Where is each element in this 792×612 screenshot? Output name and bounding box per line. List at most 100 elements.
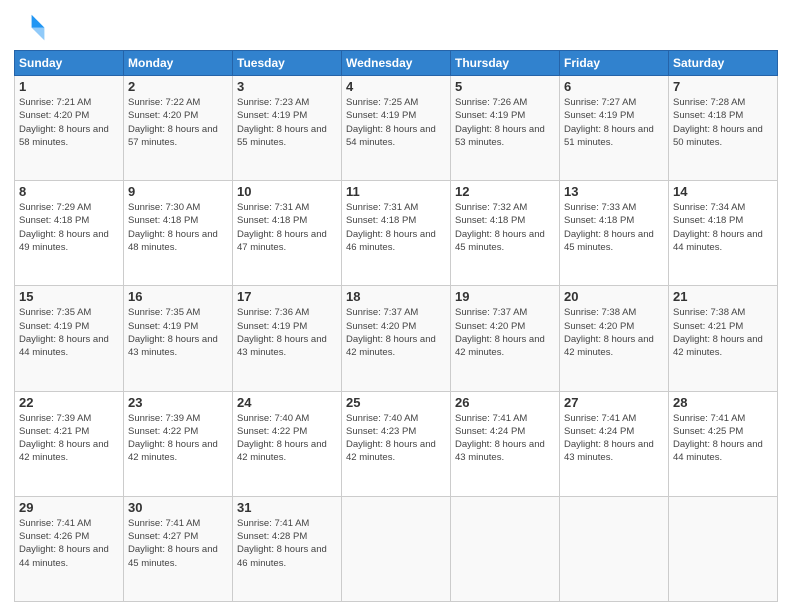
day-number: 2 <box>128 79 228 94</box>
day-detail: Sunrise: 7:29 AMSunset: 4:18 PMDaylight:… <box>19 201 119 254</box>
page: SundayMondayTuesdayWednesdayThursdayFrid… <box>0 0 792 612</box>
calendar-cell: 15 Sunrise: 7:35 AMSunset: 4:19 PMDayligh… <box>15 286 124 391</box>
day-number: 11 <box>346 184 446 199</box>
calendar-cell: 5 Sunrise: 7:26 AMSunset: 4:19 PMDaylight… <box>451 76 560 181</box>
day-number: 28 <box>673 395 773 410</box>
day-detail: Sunrise: 7:41 AMSunset: 4:26 PMDaylight:… <box>19 517 119 570</box>
day-detail: Sunrise: 7:41 AMSunset: 4:27 PMDaylight:… <box>128 517 228 570</box>
calendar-week-1: 1 Sunrise: 7:21 AMSunset: 4:20 PMDaylight… <box>15 76 778 181</box>
calendar-cell: 6 Sunrise: 7:27 AMSunset: 4:19 PMDaylight… <box>560 76 669 181</box>
day-number: 21 <box>673 289 773 304</box>
weekday-header-sunday: Sunday <box>15 51 124 76</box>
calendar-cell: 10 Sunrise: 7:31 AMSunset: 4:18 PMDayligh… <box>233 181 342 286</box>
day-detail: Sunrise: 7:36 AMSunset: 4:19 PMDaylight:… <box>237 306 337 359</box>
day-number: 10 <box>237 184 337 199</box>
calendar-cell: 17 Sunrise: 7:36 AMSunset: 4:19 PMDayligh… <box>233 286 342 391</box>
day-detail: Sunrise: 7:33 AMSunset: 4:18 PMDaylight:… <box>564 201 664 254</box>
day-number: 7 <box>673 79 773 94</box>
day-number: 3 <box>237 79 337 94</box>
calendar-cell: 4 Sunrise: 7:25 AMSunset: 4:19 PMDaylight… <box>342 76 451 181</box>
day-detail: Sunrise: 7:37 AMSunset: 4:20 PMDaylight:… <box>455 306 555 359</box>
header <box>14 10 778 42</box>
calendar-cell: 30 Sunrise: 7:41 AMSunset: 4:27 PMDayligh… <box>124 496 233 601</box>
logo <box>14 10 50 42</box>
day-detail: Sunrise: 7:25 AMSunset: 4:19 PMDaylight:… <box>346 96 446 149</box>
day-detail: Sunrise: 7:30 AMSunset: 4:18 PMDaylight:… <box>128 201 228 254</box>
calendar-cell: 26Sunrise: 7:41 AMSunset: 4:24 PMDayligh… <box>451 391 560 496</box>
weekday-header-tuesday: Tuesday <box>233 51 342 76</box>
day-number: 25 <box>346 395 446 410</box>
calendar-cell: 7 Sunrise: 7:28 AMSunset: 4:18 PMDaylight… <box>669 76 778 181</box>
calendar-week-4: 22Sunrise: 7:39 AMSunset: 4:21 PMDayligh… <box>15 391 778 496</box>
day-number: 5 <box>455 79 555 94</box>
calendar-cell: 19 Sunrise: 7:37 AMSunset: 4:20 PMDayligh… <box>451 286 560 391</box>
calendar-cell: 29 Sunrise: 7:41 AMSunset: 4:26 PMDayligh… <box>15 496 124 601</box>
calendar-cell <box>560 496 669 601</box>
calendar-week-3: 15 Sunrise: 7:35 AMSunset: 4:19 PMDayligh… <box>15 286 778 391</box>
day-number: 29 <box>19 500 119 515</box>
day-number: 15 <box>19 289 119 304</box>
weekday-header-friday: Friday <box>560 51 669 76</box>
day-number: 24 <box>237 395 337 410</box>
day-number: 4 <box>346 79 446 94</box>
day-number: 20 <box>564 289 664 304</box>
day-detail: Sunrise: 7:31 AMSunset: 4:18 PMDaylight:… <box>237 201 337 254</box>
day-detail: Sunrise: 7:38 AMSunset: 4:21 PMDaylight:… <box>673 306 773 359</box>
calendar-cell: 20 Sunrise: 7:38 AMSunset: 4:20 PMDayligh… <box>560 286 669 391</box>
calendar-cell: 23Sunrise: 7:39 AMSunset: 4:22 PMDayligh… <box>124 391 233 496</box>
day-detail: Sunrise: 7:39 AMSunset: 4:21 PMDaylight:… <box>19 412 119 465</box>
calendar-cell: 31 Sunrise: 7:41 AMSunset: 4:28 PMDayligh… <box>233 496 342 601</box>
day-number: 1 <box>19 79 119 94</box>
calendar-cell: 8 Sunrise: 7:29 AMSunset: 4:18 PMDaylight… <box>15 181 124 286</box>
day-number: 13 <box>564 184 664 199</box>
day-detail: Sunrise: 7:31 AMSunset: 4:18 PMDaylight:… <box>346 201 446 254</box>
calendar-cell: 11 Sunrise: 7:31 AMSunset: 4:18 PMDayligh… <box>342 181 451 286</box>
day-detail: Sunrise: 7:28 AMSunset: 4:18 PMDaylight:… <box>673 96 773 149</box>
calendar-cell: 2 Sunrise: 7:22 AMSunset: 4:20 PMDaylight… <box>124 76 233 181</box>
day-detail: Sunrise: 7:22 AMSunset: 4:20 PMDaylight:… <box>128 96 228 149</box>
calendar-cell: 28 Sunrise: 7:41 AMSunset: 4:25 PMDayligh… <box>669 391 778 496</box>
day-number: 8 <box>19 184 119 199</box>
day-number: 31 <box>237 500 337 515</box>
day-number: 27 <box>564 395 664 410</box>
day-number: 26 <box>455 395 555 410</box>
calendar-cell: 24Sunrise: 7:40 AMSunset: 4:22 PMDayligh… <box>233 391 342 496</box>
day-number: 16 <box>128 289 228 304</box>
day-detail: Sunrise: 7:21 AMSunset: 4:20 PMDaylight:… <box>19 96 119 149</box>
day-detail: Sunrise: 7:38 AMSunset: 4:20 PMDaylight:… <box>564 306 664 359</box>
weekday-row: SundayMondayTuesdayWednesdayThursdayFrid… <box>15 51 778 76</box>
calendar-cell: 13 Sunrise: 7:33 AMSunset: 4:18 PMDayligh… <box>560 181 669 286</box>
calendar-cell <box>669 496 778 601</box>
day-number: 23 <box>128 395 228 410</box>
weekday-header-saturday: Saturday <box>669 51 778 76</box>
calendar-body: 1 Sunrise: 7:21 AMSunset: 4:20 PMDaylight… <box>15 76 778 602</box>
day-number: 9 <box>128 184 228 199</box>
calendar-cell: 9 Sunrise: 7:30 AMSunset: 4:18 PMDaylight… <box>124 181 233 286</box>
day-detail: Sunrise: 7:27 AMSunset: 4:19 PMDaylight:… <box>564 96 664 149</box>
day-number: 19 <box>455 289 555 304</box>
day-number: 30 <box>128 500 228 515</box>
day-detail: Sunrise: 7:40 AMSunset: 4:23 PMDaylight:… <box>346 412 446 465</box>
calendar-cell <box>451 496 560 601</box>
day-number: 17 <box>237 289 337 304</box>
calendar-cell: 21 Sunrise: 7:38 AMSunset: 4:21 PMDayligh… <box>669 286 778 391</box>
calendar-cell <box>342 496 451 601</box>
day-number: 14 <box>673 184 773 199</box>
day-detail: Sunrise: 7:35 AMSunset: 4:19 PMDaylight:… <box>19 306 119 359</box>
day-number: 12 <box>455 184 555 199</box>
logo-icon <box>14 10 46 42</box>
day-detail: Sunrise: 7:26 AMSunset: 4:19 PMDaylight:… <box>455 96 555 149</box>
day-number: 6 <box>564 79 664 94</box>
day-detail: Sunrise: 7:34 AMSunset: 4:18 PMDaylight:… <box>673 201 773 254</box>
day-detail: Sunrise: 7:41 AMSunset: 4:25 PMDaylight:… <box>673 412 773 465</box>
calendar-cell: 1 Sunrise: 7:21 AMSunset: 4:20 PMDaylight… <box>15 76 124 181</box>
weekday-header-monday: Monday <box>124 51 233 76</box>
calendar-cell: 27 Sunrise: 7:41 AMSunset: 4:24 PMDayligh… <box>560 391 669 496</box>
calendar-cell: 12 Sunrise: 7:32 AMSunset: 4:18 PMDayligh… <box>451 181 560 286</box>
day-detail: Sunrise: 7:32 AMSunset: 4:18 PMDaylight:… <box>455 201 555 254</box>
calendar-cell: 14 Sunrise: 7:34 AMSunset: 4:18 PMDayligh… <box>669 181 778 286</box>
calendar-cell: 22Sunrise: 7:39 AMSunset: 4:21 PMDayligh… <box>15 391 124 496</box>
day-detail: Sunrise: 7:41 AMSunset: 4:24 PMDaylight:… <box>564 412 664 465</box>
calendar-cell: 16Sunrise: 7:35 AMSunset: 4:19 PMDayligh… <box>124 286 233 391</box>
day-detail: Sunrise: 7:41 AMSunset: 4:28 PMDaylight:… <box>237 517 337 570</box>
